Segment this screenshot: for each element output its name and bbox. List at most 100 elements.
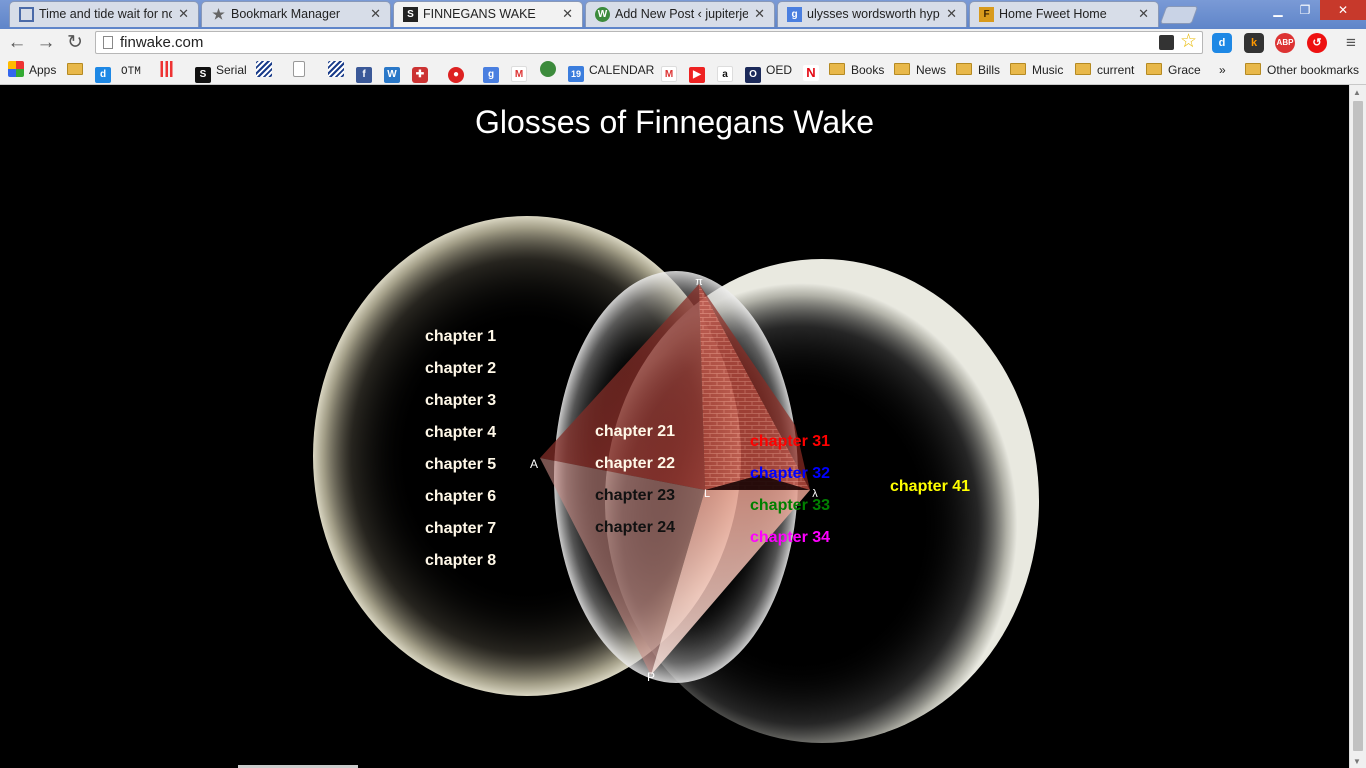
bookmark-folder[interactable] xyxy=(67,61,89,80)
bookmark-gmail-2[interactable]: M xyxy=(661,61,682,82)
chapter-link[interactable]: chapter 33 xyxy=(750,497,830,515)
new-tab-button[interactable] xyxy=(1159,6,1199,24)
red-extension-icon[interactable]: ↺ xyxy=(1307,33,1327,53)
amazon-icon: a xyxy=(717,66,733,82)
bookmark-otm[interactable]: OTM xyxy=(121,61,141,80)
chapter-link[interactable]: chapter 31 xyxy=(750,433,830,451)
chapter-link[interactable]: chapter 22 xyxy=(595,455,675,473)
bookmark-w[interactable]: W xyxy=(384,61,405,83)
bookmark-bar-chart[interactable] xyxy=(159,61,180,80)
scroll-up-icon[interactable]: ▲ xyxy=(1353,88,1361,97)
bookmark-youtube[interactable]: ▶ xyxy=(689,61,710,83)
bookmark-facebook[interactable]: f xyxy=(356,61,377,83)
bookmark-music[interactable]: Music xyxy=(1010,61,1063,80)
chapter-link[interactable]: chapter 21 xyxy=(595,423,675,441)
chapter-link[interactable]: chapter 24 xyxy=(595,519,675,537)
bookmark-label: Grace xyxy=(1168,63,1201,77)
tab-bookmark-manager[interactable]: ★ Bookmark Manager ✕ xyxy=(201,1,391,27)
close-icon[interactable]: ✕ xyxy=(370,6,381,22)
bookmark-target[interactable]: ● xyxy=(448,61,469,83)
chapter-link[interactable]: chapter 2 xyxy=(425,360,496,378)
vertical-scrollbar[interactable]: ▲ ▼ xyxy=(1349,85,1366,768)
bookmarks-overflow-button[interactable]: » xyxy=(1219,61,1226,80)
chapter-link[interactable]: chapter 4 xyxy=(425,424,496,442)
close-icon[interactable]: ✕ xyxy=(754,6,765,22)
bookmark-label: Other bookmarks xyxy=(1267,63,1360,77)
scrollbar-thumb[interactable] xyxy=(1353,101,1363,751)
chapter-link[interactable]: chapter 5 xyxy=(425,456,496,474)
restore-button[interactable]: ❐ xyxy=(1292,0,1318,20)
chapter-link[interactable]: chapter 34 xyxy=(750,529,830,547)
bookmark-calendar[interactable]: 19 CALENDAR xyxy=(568,61,655,82)
toolbar: ← → ↻ ☆ d k ABP ↺ ≡ xyxy=(0,29,1366,57)
bookmark-label: Books xyxy=(851,63,885,77)
bookmark-blank[interactable] xyxy=(293,61,310,80)
bookmark-label: current xyxy=(1097,63,1135,77)
chapter-link[interactable]: chapter 3 xyxy=(425,392,496,410)
chapter-link[interactable]: chapter 6 xyxy=(425,488,496,506)
other-bookmarks[interactable]: Other bookmarks xyxy=(1245,61,1359,80)
bookmark-d[interactable]: d xyxy=(95,61,116,83)
bookmark-netflix[interactable]: N xyxy=(803,61,824,81)
tab-google-search[interactable]: g ulysses wordsworth hyper ✕ xyxy=(777,1,967,27)
stripes-icon-2 xyxy=(328,61,344,77)
globe-icon xyxy=(540,61,556,77)
page-action-icon[interactable] xyxy=(1159,35,1174,50)
bookmark-grace[interactable]: Grace xyxy=(1146,61,1201,80)
bookmark-oed[interactable]: O OED xyxy=(745,61,792,83)
chapter-link[interactable]: chapter 8 xyxy=(425,552,496,570)
s-logo-icon: S xyxy=(403,7,418,22)
bookmark-apps[interactable]: Apps xyxy=(8,61,56,80)
bookmark-stripes-2[interactable] xyxy=(328,61,349,80)
bookmark-cross[interactable]: ✚ xyxy=(412,61,433,83)
chapter-link[interactable]: chapter 23 xyxy=(595,487,675,505)
close-window-button[interactable]: ✕ xyxy=(1320,0,1366,20)
folder-icon xyxy=(1075,63,1091,75)
adblock-icon[interactable]: ABP xyxy=(1275,33,1295,53)
bookmark-serial[interactable]: S Serial xyxy=(195,61,247,83)
bookmark-news[interactable]: News xyxy=(894,61,946,80)
google-icon: g xyxy=(787,7,802,22)
bookmark-amazon[interactable]: a xyxy=(717,61,738,82)
chapter-link[interactable]: chapter 7 xyxy=(425,520,496,538)
bookmark-books[interactable]: Books xyxy=(829,61,884,80)
d-extension-icon[interactable]: d xyxy=(1212,33,1232,53)
address-bar[interactable]: ☆ xyxy=(95,31,1203,54)
reload-button[interactable]: ↻ xyxy=(64,32,86,54)
tab-title: FINNEGANS WAKE xyxy=(423,7,536,21)
scroll-down-icon[interactable]: ▼ xyxy=(1353,757,1361,766)
page-icon xyxy=(103,36,113,49)
tab-finnegans-wake[interactable]: S FINNEGANS WAKE ✕ xyxy=(393,1,583,27)
tab-time-and-tide[interactable]: Time and tide wait for no ✕ xyxy=(9,1,199,27)
chapter-link[interactable]: chapter 1 xyxy=(425,328,496,346)
minimize-button[interactable]: ▁ xyxy=(1265,0,1291,20)
bookmark-google[interactable]: g xyxy=(483,61,504,83)
url-input[interactable] xyxy=(120,33,1140,52)
k-extension-icon[interactable]: k xyxy=(1244,33,1264,53)
close-icon[interactable]: ✕ xyxy=(1138,6,1149,22)
blank-page-icon xyxy=(293,61,305,77)
wordpress-icon: W xyxy=(595,7,610,22)
youtube-icon: ▶ xyxy=(689,67,705,83)
bookmark-bills[interactable]: Bills xyxy=(956,61,1000,80)
bookmark-stripes[interactable] xyxy=(256,61,277,80)
close-icon[interactable]: ✕ xyxy=(178,6,189,22)
bar-chart-icon xyxy=(159,61,175,77)
bookmark-current[interactable]: current xyxy=(1075,61,1134,80)
chapter-link[interactable]: chapter 32 xyxy=(750,465,830,483)
bookmark-star-icon[interactable]: ☆ xyxy=(1180,30,1197,53)
chapter-link[interactable]: chapter 41 xyxy=(890,478,970,496)
close-icon[interactable]: ✕ xyxy=(562,6,573,22)
close-icon[interactable]: ✕ xyxy=(946,6,957,22)
tab-add-new-post[interactable]: W Add New Post ‹ jupiterjen ✕ xyxy=(585,1,775,27)
bookmark-gmail[interactable]: M xyxy=(511,61,532,82)
serial-icon: S xyxy=(195,67,211,83)
back-button[interactable]: ← xyxy=(6,32,28,54)
forward-button[interactable]: → xyxy=(35,32,57,54)
tab-home-fweet-home[interactable]: F Home Fweet Home ✕ xyxy=(969,1,1159,27)
bookmark-label: CALENDAR xyxy=(589,63,655,77)
bookmark-globe[interactable] xyxy=(540,61,561,80)
spiral-square-icon xyxy=(19,7,34,22)
d-icon: d xyxy=(95,67,111,83)
menu-icon[interactable]: ≡ xyxy=(1340,32,1362,54)
